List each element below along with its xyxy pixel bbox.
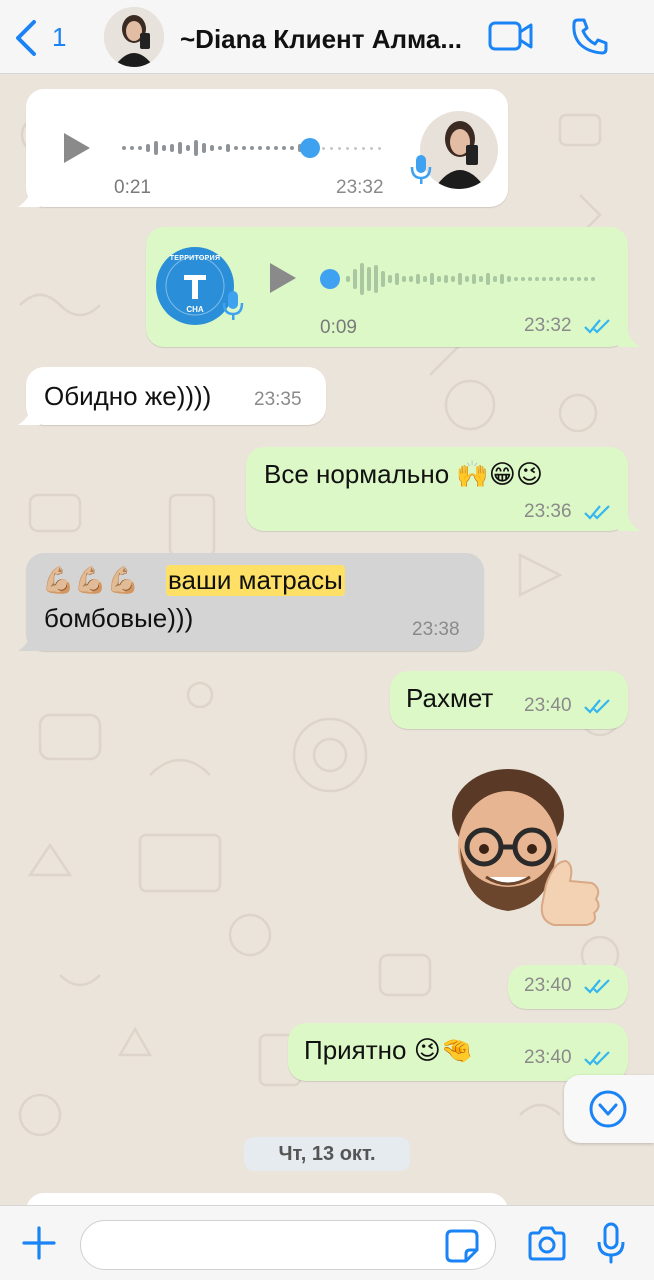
bubble-tail <box>18 633 40 651</box>
bubble-tail <box>618 513 640 531</box>
camera-icon <box>528 1226 566 1261</box>
incoming-message[interactable]: Обидно же)))) 23:35 <box>26 367 326 425</box>
message-time: 23:38 <box>412 619 460 640</box>
attach-button[interactable] <box>20 1224 58 1262</box>
read-ticks-icon <box>584 699 610 714</box>
read-ticks-icon <box>584 319 610 334</box>
message-time: 23:32 <box>336 177 384 198</box>
incoming-message-selected[interactable]: 💪🏼💪🏼💪🏼 ваши матрасы бомбовые))) 23:38 <box>26 553 484 651</box>
microphone-icon <box>410 155 432 184</box>
video-call-button[interactable] <box>488 18 534 54</box>
message-text: Все нормально 🙌😁😉 <box>264 459 543 489</box>
message-time: 23:40 <box>524 695 572 716</box>
voice-duration: 0:09 <box>320 317 357 338</box>
bubble-tail <box>18 189 40 207</box>
sticker-button[interactable] <box>444 1228 480 1264</box>
message-time: 23:35 <box>254 389 302 410</box>
outgoing-message[interactable]: Все нормально 🙌😁😉 23:36 <box>246 447 628 531</box>
search-highlight: ваши матрасы <box>166 565 345 596</box>
voice-waveform[interactable] <box>318 259 604 299</box>
plus-icon <box>22 1226 56 1260</box>
play-icon[interactable] <box>268 261 298 295</box>
avatar-brand-top: ТЕРРИТОРИЯ <box>169 255 221 262</box>
outgoing-message[interactable]: Рахмет 23:40 <box>390 671 628 729</box>
chat-area[interactable]: 0:21 23:32 ТЕРРИТОРИЯ Т <box>0 75 654 1205</box>
message-time: 23:40 <box>524 975 572 996</box>
bubble-tail <box>18 407 40 425</box>
scroll-to-bottom-button[interactable] <box>564 1075 654 1143</box>
message-text: Обидно же)))) <box>44 381 212 411</box>
message-text: бомбовые))) <box>44 603 194 633</box>
incoming-message-partial[interactable] <box>26 1193 508 1205</box>
message-emoji: 💪🏼💪🏼💪🏼 <box>42 565 140 595</box>
bubble-tail <box>618 329 640 347</box>
record-voice-button[interactable] <box>597 1222 625 1264</box>
read-ticks-icon <box>584 1051 610 1066</box>
input-bar <box>0 1205 654 1280</box>
message-time: 23:32 <box>524 315 572 336</box>
chat-header: 1 ~Diana Клиент Алма... <box>0 0 654 74</box>
chevron-down-circle-icon <box>589 1090 627 1128</box>
sticker-icon <box>445 1229 479 1263</box>
read-ticks-icon <box>584 505 610 520</box>
microphone-icon <box>597 1222 625 1264</box>
camera-button[interactable] <box>526 1226 568 1262</box>
voice-waveform[interactable] <box>122 133 388 163</box>
phone-icon <box>572 18 608 55</box>
message-input[interactable] <box>80 1220 496 1270</box>
outgoing-message[interactable]: Приятно 😉🤏 23:40 <box>288 1023 628 1081</box>
message-text: Рахмет <box>406 683 494 713</box>
outgoing-message-meta[interactable]: 23:40 <box>508 965 628 1009</box>
message-time: 23:40 <box>524 1047 572 1068</box>
contact-avatar[interactable] <box>104 7 164 67</box>
incoming-voice-message[interactable]: 0:21 23:32 <box>26 89 508 207</box>
date-separator: Чт, 13 окт. <box>244 1137 410 1171</box>
play-icon[interactable] <box>62 131 92 165</box>
voice-call-button[interactable] <box>570 16 610 56</box>
outgoing-voice-message[interactable]: ТЕРРИТОРИЯ Т СНА <box>146 227 628 347</box>
unread-count[interactable]: 1 <box>52 22 66 53</box>
play-icon[interactable] <box>268 337 298 371</box>
read-ticks-icon <box>584 979 610 994</box>
contact-name[interactable]: ~Diana Клиент Алма... <box>180 24 472 55</box>
voice-duration: 0:21 <box>114 177 151 198</box>
memoji-sticker[interactable] <box>436 765 606 935</box>
microphone-icon <box>222 291 244 320</box>
message-time: 23:36 <box>524 501 572 522</box>
video-camera-icon <box>488 21 533 51</box>
message-text: Приятно 😉🤏 <box>304 1035 474 1065</box>
chevron-left-icon <box>16 20 36 56</box>
